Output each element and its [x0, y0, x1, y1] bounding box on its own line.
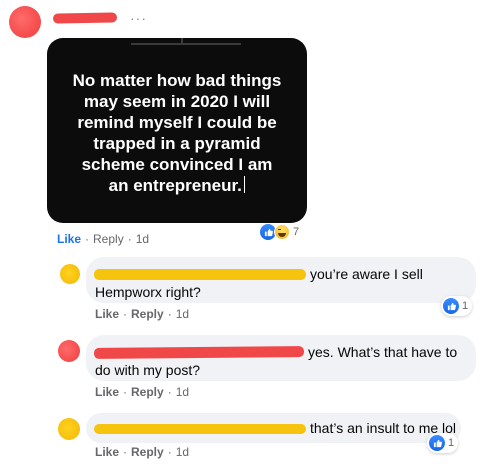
comment-timestamp[interactable]: 1d — [176, 307, 189, 321]
post-timestamp[interactable]: 1d — [136, 232, 149, 246]
comment-timestamp[interactable]: 1d — [176, 445, 189, 459]
post-reply-link[interactable]: Reply — [93, 232, 124, 246]
comment-timestamp[interactable]: 1d — [176, 385, 189, 399]
comment-reply-link[interactable]: Reply — [131, 445, 164, 459]
post-reaction-count: 7 — [293, 226, 300, 238]
haha-icon — [274, 224, 290, 240]
comment-text-line2: Hempworx right? — [95, 284, 201, 300]
separator: · — [123, 385, 128, 399]
separator: · — [123, 307, 128, 321]
comment-reaction-count: 1 — [448, 437, 455, 449]
comment-bubble: you’re aware I sell Hempworx right? — [86, 257, 476, 303]
comment-like-link[interactable]: Like — [95, 307, 119, 321]
story-progress-bar — [131, 38, 241, 45]
post-like-link[interactable]: Like — [57, 232, 81, 246]
comment-like-link[interactable]: Like — [95, 445, 119, 459]
redacted-commenter-name — [94, 269, 306, 280]
comment-bubble: yes. What’s that have to do with my post… — [86, 335, 476, 381]
comment-like-link[interactable]: Like — [95, 385, 119, 399]
separator: · — [127, 232, 132, 246]
separator: · — [85, 232, 90, 246]
commenter-avatar[interactable] — [58, 418, 80, 440]
redacted-commenter-name — [94, 424, 306, 434]
redacted-poster-name — [52, 12, 118, 24]
comment-reaction-count: 1 — [462, 300, 469, 312]
meme-image[interactable]: No matter how bad things may seem in 202… — [47, 38, 307, 223]
comment-reactions[interactable]: 1 — [441, 296, 473, 316]
more-icon[interactable]: ··· — [130, 10, 147, 26]
comment-reply-link[interactable]: Reply — [131, 385, 164, 399]
post-reactions[interactable]: 7 — [258, 222, 303, 242]
comment-reactions[interactable]: 1 — [427, 433, 459, 453]
comment-text-line2: do with my post? — [95, 362, 201, 378]
comment-actions: Like · Reply · 1d — [95, 307, 189, 321]
meme-text: No matter how bad things may seem in 202… — [72, 70, 282, 195]
poster-avatar[interactable] — [9, 6, 41, 38]
commenter-avatar[interactable] — [58, 340, 80, 362]
comment-text-line1: yes. What’s that have to — [308, 344, 458, 360]
comment-text-line1: you’re aware I sell — [310, 266, 423, 282]
comment-reply-link[interactable]: Reply — [131, 307, 164, 321]
text-cursor — [243, 175, 246, 193]
comment-actions: Like · Reply · 1d — [95, 445, 189, 459]
comment-actions: Like · Reply · 1d — [95, 385, 189, 399]
separator: · — [167, 307, 172, 321]
separator: · — [123, 445, 128, 459]
redacted-commenter-name — [93, 346, 305, 359]
like-icon — [443, 298, 459, 314]
separator: · — [167, 385, 172, 399]
post-actions: Like · Reply · 1d — [57, 232, 149, 246]
comment-bubble: that’s an insult to me lol — [86, 413, 461, 443]
like-icon — [429, 435, 445, 451]
commenter-avatar[interactable] — [60, 264, 80, 284]
separator: · — [167, 445, 172, 459]
